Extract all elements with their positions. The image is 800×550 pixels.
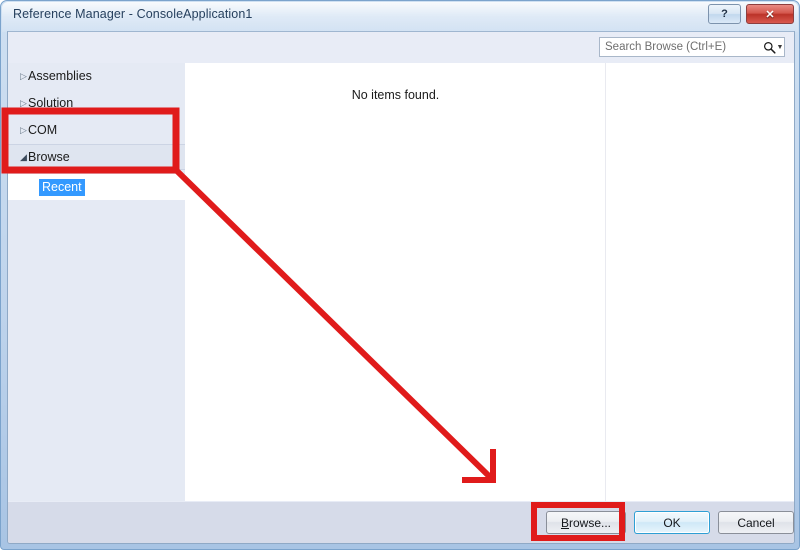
- ok-button-label: OK: [663, 515, 681, 530]
- browse-accel-letter: B: [560, 515, 569, 530]
- dialog-window: Reference Manager - ConsoleApplication1 …: [0, 0, 800, 550]
- chevron-right-icon[interactable]: ▷: [8, 125, 28, 135]
- category-tree: ▷ Assemblies ▷ Solution ▷ COM ◢ Browse R…: [8, 63, 186, 502]
- browse-button-label: Browse...: [561, 516, 611, 530]
- toolbar-strip: ▼: [8, 32, 794, 63]
- browse-label-rest: rowse...: [569, 515, 612, 530]
- details-panel: [606, 63, 794, 502]
- empty-state-message: No items found.: [351, 88, 440, 102]
- sidebar-item-label: COM: [28, 123, 58, 137]
- sidebar-item-label: Recent: [39, 178, 85, 196]
- sidebar-item-label: Assemblies: [28, 69, 92, 83]
- items-list-panel[interactable]: No items found.: [186, 63, 606, 502]
- search-icon[interactable]: [763, 41, 776, 54]
- cancel-button-label: Cancel: [737, 515, 775, 530]
- search-input[interactable]: [600, 41, 763, 53]
- sidebar-item-browse[interactable]: ◢ Browse: [8, 144, 185, 170]
- ok-button[interactable]: OK: [634, 511, 710, 534]
- dialog-footer: Browse... OK Cancel: [8, 501, 794, 543]
- close-icon: ✕: [765, 8, 775, 21]
- title-bar[interactable]: Reference Manager - ConsoleApplication1 …: [1, 1, 800, 31]
- sidebar-item-assemblies[interactable]: ▷ Assemblies: [8, 63, 185, 89]
- dialog-client-area: ▼ ▷ Assemblies ▷ Solution ▷ COM ◢ Browse: [7, 31, 795, 544]
- help-button[interactable]: ?: [708, 4, 741, 24]
- search-box[interactable]: ▼: [599, 37, 785, 57]
- close-button[interactable]: ✕: [746, 4, 794, 24]
- sidebar-item-solution[interactable]: ▷ Solution: [8, 90, 185, 116]
- sidebar-item-com[interactable]: ▷ COM: [8, 117, 185, 143]
- chevron-down-icon[interactable]: ▼: [776, 44, 784, 51]
- sidebar-item-recent[interactable]: Recent: [8, 174, 185, 200]
- help-icon: ?: [721, 8, 728, 20]
- browse-button[interactable]: Browse...: [546, 511, 626, 534]
- sidebar-item-label: Browse: [28, 150, 70, 164]
- chevron-right-icon[interactable]: ▷: [8, 98, 28, 108]
- cancel-button[interactable]: Cancel: [718, 511, 794, 534]
- window-title: Reference Manager - ConsoleApplication1: [13, 7, 253, 21]
- chevron-down-icon[interactable]: ◢: [8, 152, 28, 162]
- sidebar-item-label: Solution: [28, 96, 74, 110]
- chevron-right-icon[interactable]: ▷: [8, 71, 28, 81]
